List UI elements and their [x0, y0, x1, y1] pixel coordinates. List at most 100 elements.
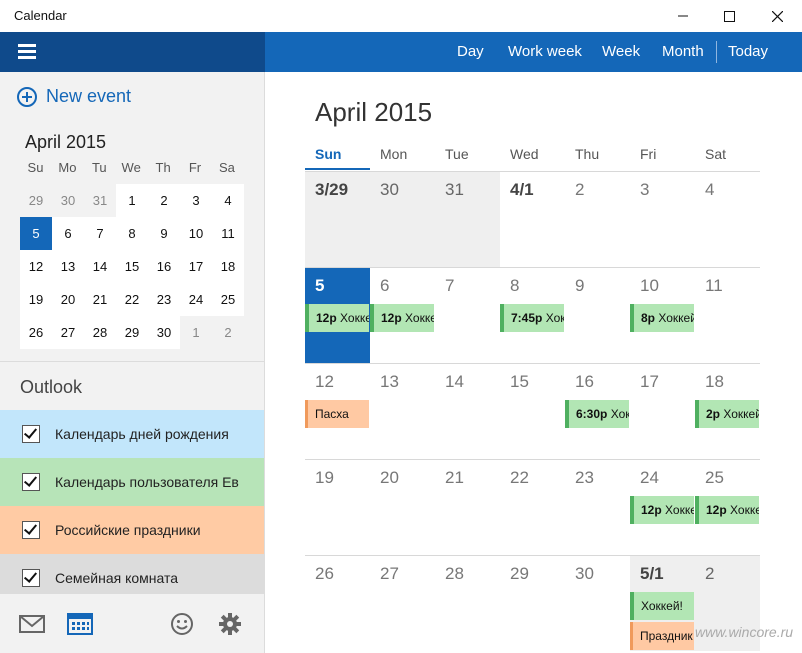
work-week-view-button[interactable]: Work week: [508, 32, 582, 72]
month-day-cell[interactable]: 13: [370, 363, 435, 459]
mini-calendar-day[interactable]: 2: [212, 316, 244, 349]
month-day-cell[interactable]: 19: [305, 459, 370, 555]
calendar-event[interactable]: Пасха: [305, 400, 369, 428]
calendar-item[interactable]: Российские праздники: [0, 506, 264, 554]
month-day-cell[interactable]: 4: [695, 171, 760, 267]
month-day-cell[interactable]: 16 6:30p Хоккей: [565, 363, 630, 459]
calendar-event[interactable]: Хоккей!: [630, 592, 694, 620]
month-day-cell[interactable]: 28: [435, 555, 500, 651]
settings-gear-icon[interactable]: [216, 610, 244, 638]
calendar-icon[interactable]: [66, 610, 94, 638]
mini-calendar-day[interactable]: 26: [20, 316, 52, 349]
month-day-cell[interactable]: 30: [370, 171, 435, 267]
mini-calendar-day[interactable]: 30: [148, 316, 180, 349]
mini-calendar-day[interactable]: 11: [212, 217, 244, 250]
mini-calendar-day[interactable]: 23: [148, 283, 180, 316]
calendar-checkbox[interactable]: [22, 569, 40, 587]
month-day-cell[interactable]: 30: [565, 555, 630, 651]
month-day-cell[interactable]: 18 2p Хоккей: [695, 363, 760, 459]
month-day-cell[interactable]: 5/1 Хоккей! Праздник: [630, 555, 695, 651]
mini-calendar-day[interactable]: 31: [84, 184, 116, 217]
feedback-smiley-icon[interactable]: [168, 610, 196, 638]
mini-calendar-day[interactable]: 20: [52, 283, 84, 316]
month-day-cell[interactable]: 31: [435, 171, 500, 267]
month-day-cell[interactable]: 7: [435, 267, 500, 363]
month-day-cell[interactable]: 21: [435, 459, 500, 555]
month-day-cell[interactable]: 8 7:45p Хоккей: [500, 267, 565, 363]
calendar-event[interactable]: 8p Хоккей: [630, 304, 694, 332]
calendar-event[interactable]: 2p Хоккей: [695, 400, 759, 428]
mail-icon[interactable]: [18, 610, 46, 638]
month-day-cell[interactable]: 15: [500, 363, 565, 459]
close-button[interactable]: [754, 0, 800, 32]
month-day-cell[interactable]: 4/1: [500, 171, 565, 267]
month-day-cell[interactable]: 10 8p Хоккей: [630, 267, 695, 363]
mini-calendar-day[interactable]: 10: [180, 217, 212, 250]
month-day-cell[interactable]: 24 12p Хоккей: [630, 459, 695, 555]
month-day-cell[interactable]: 6 12p Хоккей: [370, 267, 435, 363]
day-view-button[interactable]: Day: [457, 32, 484, 72]
mini-calendar-day[interactable]: 13: [52, 250, 84, 283]
mini-calendar-day[interactable]: 22: [116, 283, 148, 316]
month-day-cell[interactable]: 29: [500, 555, 565, 651]
month-day-cell[interactable]: 22: [500, 459, 565, 555]
mini-calendar-day[interactable]: 16: [148, 250, 180, 283]
mini-calendar-day[interactable]: 25: [212, 283, 244, 316]
month-day-cell[interactable]: 27: [370, 555, 435, 651]
mini-calendar-day[interactable]: 4: [212, 184, 244, 217]
calendar-item[interactable]: Календарь пользователя Ев: [0, 458, 264, 506]
mini-calendar-day[interactable]: 7: [84, 217, 116, 250]
mini-calendar-day[interactable]: 30: [52, 184, 84, 217]
mini-calendar-day[interactable]: 15: [116, 250, 148, 283]
mini-calendar-day[interactable]: 1: [116, 184, 148, 217]
calendar-event[interactable]: 12p Хоккей: [630, 496, 694, 524]
maximize-button[interactable]: [706, 0, 752, 32]
calendar-event[interactable]: Праздник: [630, 622, 694, 650]
calendar-event[interactable]: 7:45p Хоккей: [500, 304, 564, 332]
mini-calendar-day[interactable]: 6: [52, 217, 84, 250]
mini-calendar-day[interactable]: 24: [180, 283, 212, 316]
month-day-cell[interactable]: 12 Пасха: [305, 363, 370, 459]
month-day-cell[interactable]: 9: [565, 267, 630, 363]
minimize-button[interactable]: [660, 0, 706, 32]
mini-calendar-day[interactable]: 3: [180, 184, 212, 217]
calendar-event[interactable]: 6:30p Хоккей: [565, 400, 629, 428]
month-day-cell[interactable]: 17: [630, 363, 695, 459]
month-day-cell[interactable]: 14: [435, 363, 500, 459]
mini-calendar-day[interactable]: 29: [116, 316, 148, 349]
calendar-item[interactable]: Календарь дней рождения: [0, 410, 264, 458]
mini-calendar-day[interactable]: 21: [84, 283, 116, 316]
calendar-checkbox[interactable]: [22, 473, 40, 491]
mini-calendar-day[interactable]: 12: [20, 250, 52, 283]
today-button[interactable]: Today: [728, 32, 768, 72]
month-day-cell[interactable]: 11: [695, 267, 760, 363]
calendar-event[interactable]: 12p Хоккей: [695, 496, 759, 524]
mini-calendar-day[interactable]: 19: [20, 283, 52, 316]
calendar-event[interactable]: 12p Хоккей: [370, 304, 434, 332]
mini-calendar-day[interactable]: 8: [116, 217, 148, 250]
mini-calendar-day[interactable]: 2: [148, 184, 180, 217]
month-view-button[interactable]: Month: [662, 32, 704, 72]
mini-calendar-day[interactable]: 17: [180, 250, 212, 283]
mini-calendar-day[interactable]: 9: [148, 217, 180, 250]
calendar-event[interactable]: 12p Хоккей: [305, 304, 369, 332]
month-day-cell[interactable]: 26: [305, 555, 370, 651]
month-day-cell[interactable]: 23: [565, 459, 630, 555]
month-day-cell[interactable]: 20: [370, 459, 435, 555]
mini-calendar-day[interactable]: 5: [20, 217, 52, 250]
month-day-cell[interactable]: 2: [565, 171, 630, 267]
month-day-cell[interactable]: 5 12p Хоккей: [305, 267, 370, 363]
month-day-cell[interactable]: 3/29: [305, 171, 370, 267]
hamburger-menu-icon[interactable]: [18, 44, 36, 59]
month-day-cell[interactable]: 3: [630, 171, 695, 267]
week-view-button[interactable]: Week: [602, 32, 640, 72]
mini-calendar-day[interactable]: 1: [180, 316, 212, 349]
calendar-checkbox[interactable]: [22, 425, 40, 443]
mini-calendar-day[interactable]: 14: [84, 250, 116, 283]
new-event-button[interactable]: New event: [17, 86, 131, 107]
mini-calendar-day[interactable]: 18: [212, 250, 244, 283]
month-day-cell[interactable]: 25 12p Хоккей: [695, 459, 760, 555]
mini-calendar-day[interactable]: 27: [52, 316, 84, 349]
calendar-checkbox[interactable]: [22, 521, 40, 539]
mini-calendar-day[interactable]: 29: [20, 184, 52, 217]
